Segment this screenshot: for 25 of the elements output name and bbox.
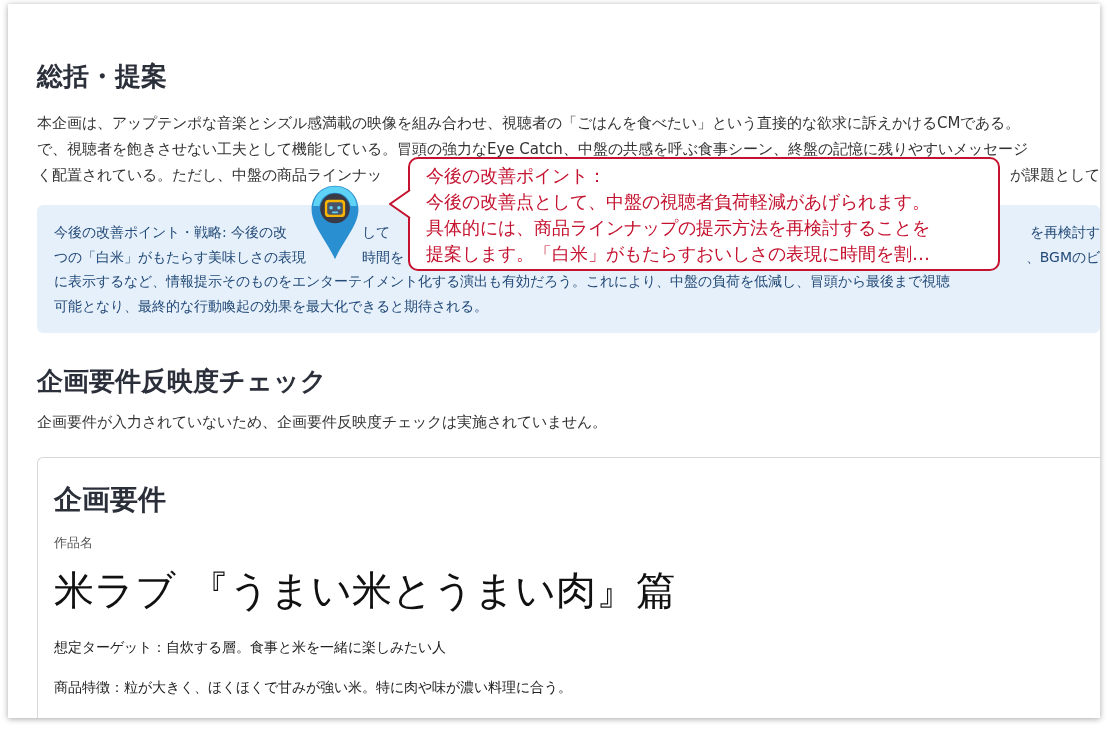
callout-text: 具体的には、商品ラインナップの提示方法を再検討することを [426,216,931,240]
requirement-detail: 商品特徴：粒が大きく、ほくほくで甘みが強い米。特に肉や味が濃い料理に合う。 [54,678,573,697]
strategy-text: に表示するなど、情報提示そのものをエンターテイメント化する演出も有効だろう。これにより、中盤の負荷を低減し、冒頭から最後まで視聴 [54,272,950,291]
strategy-text: 可能となり、最終的な行動喚起の効果を最大化できると期待される。 [54,296,488,316]
work-title: 米ラブ 『うまい米とうまい肉』篇 [54,566,677,615]
strategy-text: 、BGMのビ [1025,247,1100,267]
strategy-text: を再検討す [1030,223,1100,242]
callout-text: 今後の改善ポイント： [426,164,607,188]
check-note: 企画要件が入力されていないため、企画要件反映度チェックは実施されていません。 [37,412,608,433]
callout-text: 今後の改善点として、中盤の視聴者負荷軽減があげられます。 [426,190,931,214]
strategy-text: つの「白米」がもたらす美味しさの表現 [54,247,307,267]
strategy-text: 今後の改善ポイント・戦略: 今後の改 [54,223,289,242]
card-heading: 企画要件 [54,482,167,518]
robot-pin-icon [310,184,360,261]
section-heading: 総括・提案 [37,60,168,93]
strategy-text: して [362,223,390,242]
callout-text: 提案します。「白米」がもたらすおいしさの表現に時間を割… [426,242,931,266]
paragraph-text: く配置されている。ただし、中盤の商品ラインナッ [37,165,382,186]
section-heading: 企画要件反映度チェック [37,365,328,398]
field-label: 作品名 [54,534,94,552]
strategy-text: 時間を [362,247,404,267]
requirement-detail: 想定ターゲット：自炊する層。食事と米を一緒に楽しみたい人 [54,638,447,657]
paragraph-text: で、視聴者を飽きさせない工夫として機能している。冒頭の強力なEye Catch、中盤の共感を呼ぶ食事シーン、終盤の記憶に残りやすいメッセージ [37,139,1028,160]
paragraph-text: が課題として [1010,165,1100,186]
paragraph-text: 本企画は、アップテンポな音楽とシズル感満載の映像を組み合わせ、視聴者の「ごはんを食べたい」という直接的な欲求に訴えかけるCMである。 [37,113,1021,134]
